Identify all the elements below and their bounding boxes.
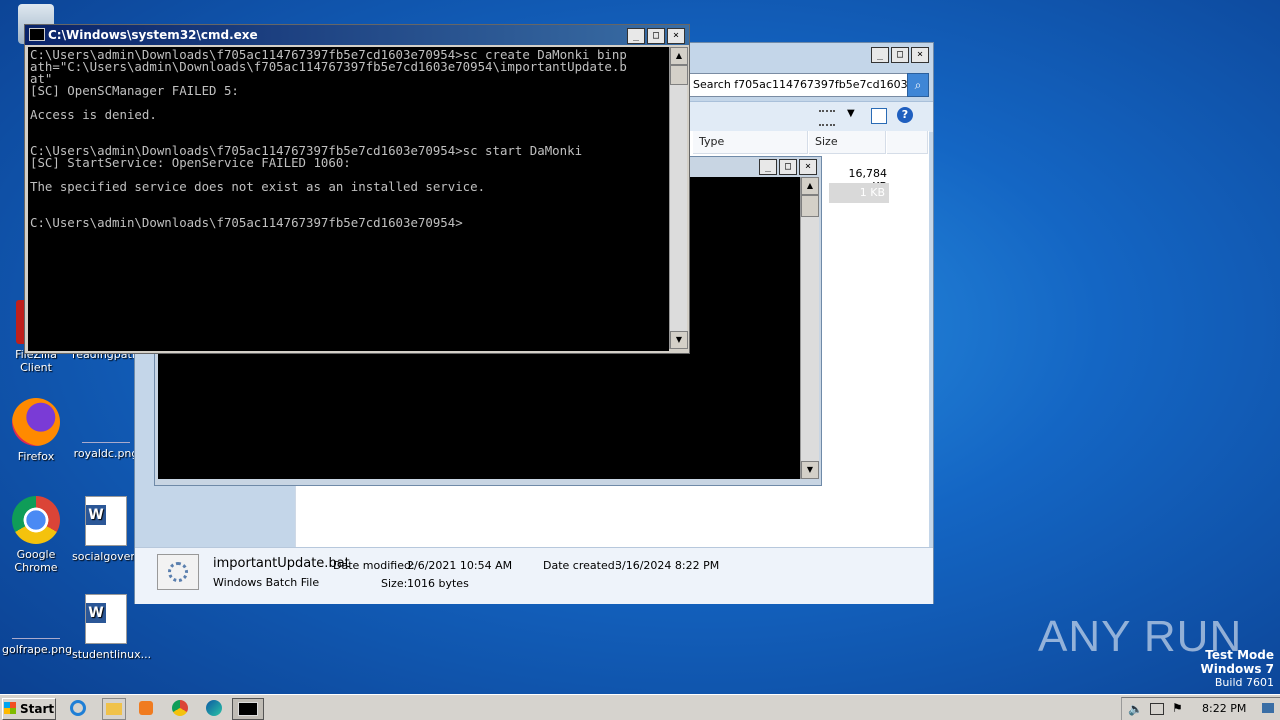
scroll-up-button[interactable]: ▲: [670, 47, 688, 65]
close-button[interactable]: ×: [799, 159, 817, 175]
internet-explorer-icon[interactable]: [68, 698, 90, 718]
desktop-icon-label: Firefox: [17, 450, 55, 463]
clock[interactable]: 8:22 PM: [1202, 702, 1246, 715]
cmd-window[interactable]: C:\Windows\system32\cmd.exe _ □ × C:\Use…: [24, 24, 690, 354]
minimize-button[interactable]: _: [627, 28, 645, 44]
cmd-title: C:\Windows\system32\cmd.exe: [48, 28, 258, 42]
console-line: The specified service does not exist as …: [30, 179, 486, 194]
chrome-icon: [12, 496, 60, 544]
start-button[interactable]: Start: [2, 698, 56, 720]
edge-icon[interactable]: [204, 698, 226, 718]
desktop-icon-label: royaldc.png: [73, 447, 139, 460]
cmd-taskbar-icon[interactable]: [232, 698, 264, 720]
details-modified-value: 2/6/2021 10:54 AM: [407, 559, 513, 572]
console-line: [SC] StartService: OpenService FAILED 10…: [30, 155, 351, 170]
column-header-size[interactable]: Size: [809, 131, 886, 154]
help-icon[interactable]: ?: [897, 107, 913, 123]
details-size-value: 1016 bytes: [407, 577, 469, 590]
details-created-value: 3/16/2024 8:22 PM: [615, 559, 720, 572]
column-header-extra[interactable]: [887, 131, 928, 154]
desktop-icon-royaldc[interactable]: royaldc.png: [72, 398, 140, 460]
minimize-button[interactable]: _: [759, 159, 777, 175]
search-input[interactable]: Search f705ac114767397fb5e7cd1603...: [689, 73, 910, 97]
vertical-scrollbar[interactable]: ▲ ▼: [800, 177, 819, 479]
maximize-button[interactable]: □: [779, 159, 797, 175]
close-button[interactable]: ×: [667, 28, 685, 44]
windows-watermark: Test Mode Windows 7 Build 7601: [1200, 648, 1274, 689]
chevron-down-icon[interactable]: ▼: [847, 108, 855, 119]
taskbar: Start 🔈 ⚑ 8:22 PM: [0, 694, 1280, 720]
console-line: [SC] OpenSCManager FAILED 5:: [30, 83, 239, 98]
explorer-window-controls: _ □ ×: [871, 47, 929, 63]
maximize-button[interactable]: □: [647, 28, 665, 44]
desktop-icon-firefox[interactable]: Firefox: [2, 398, 70, 463]
network-icon[interactable]: [1150, 703, 1164, 715]
scroll-down-button[interactable]: ▼: [801, 461, 819, 479]
cmd-icon: [29, 28, 45, 41]
search-icon[interactable]: ⌕: [907, 73, 929, 97]
details-modified-label: Date modified:: [333, 559, 415, 572]
views-icon[interactable]: [819, 110, 835, 126]
vertical-scrollbar[interactable]: ▲ ▼: [669, 47, 688, 349]
windows-flag-icon: [3, 702, 16, 714]
word-document-icon: W: [85, 594, 127, 644]
desktop-icon-golfrape[interactable]: golfrape.png: [2, 594, 73, 656]
scroll-thumb[interactable]: [801, 195, 819, 217]
image-file-icon: [82, 398, 130, 443]
file-explorer-icon[interactable]: [102, 698, 126, 720]
desktop-icon-label: studentlinux...: [72, 648, 152, 661]
details-filename: importantUpdate.bat: [213, 556, 350, 571]
flag-icon[interactable]: ⚑: [1172, 701, 1183, 715]
desktop-icon-chrome[interactable]: Google Chrome: [2, 496, 70, 574]
details-pane: importantUpdate.bat Windows Batch File D…: [135, 547, 933, 604]
console-line: ath="C:\Users\admin\Downloads\f705ac1147…: [30, 59, 627, 74]
desktop-icon-socialgover[interactable]: W socialgover...: [72, 496, 144, 563]
file-size-cell: 1 KB: [829, 183, 889, 203]
system-tray: 🔈 ⚑ 8:22 PM: [1121, 697, 1280, 720]
console-window-controls: _ □ ×: [759, 159, 817, 175]
details-size-label: Size:: [381, 577, 408, 590]
scroll-down-button[interactable]: ▼: [670, 331, 688, 349]
scroll-up-button[interactable]: ▲: [801, 177, 819, 195]
close-button[interactable]: ×: [911, 47, 929, 63]
desktop-icon-studentlinux[interactable]: W studentlinux...: [72, 594, 151, 661]
minimize-button[interactable]: _: [871, 47, 889, 63]
console-line: Access is denied.: [30, 107, 157, 122]
column-header-type[interactable]: Type: [693, 131, 808, 154]
cmd-title-bar[interactable]: C:\Windows\system32\cmd.exe: [25, 25, 689, 45]
word-document-icon: W: [85, 496, 127, 546]
scroll-thumb[interactable]: [670, 65, 688, 85]
details-created-label: Date created:: [543, 559, 619, 572]
cmd-console-output[interactable]: C:\Users\admin\Downloads\f705ac114767397…: [28, 47, 669, 351]
details-filetype: Windows Batch File: [213, 576, 320, 589]
desktop-icon-label: golfrape.png: [2, 643, 73, 656]
maximize-button[interactable]: □: [891, 47, 909, 63]
image-file-icon: [12, 594, 60, 639]
media-player-icon[interactable]: [136, 698, 158, 718]
chrome-icon[interactable]: [170, 698, 192, 718]
show-desktop-icon[interactable]: [1262, 703, 1274, 713]
firefox-icon: [12, 398, 60, 446]
console-line: C:\Users\admin\Downloads\f705ac114767397…: [30, 215, 463, 230]
volume-icon[interactable]: 🔈: [1128, 702, 1143, 716]
nav-pane-divider: [295, 483, 296, 547]
preview-pane-icon[interactable]: [871, 108, 887, 124]
desktop-icon-label: Google Chrome: [14, 548, 58, 574]
cmd-window-controls: _ □ ×: [627, 28, 685, 44]
batch-file-icon: [157, 554, 199, 590]
